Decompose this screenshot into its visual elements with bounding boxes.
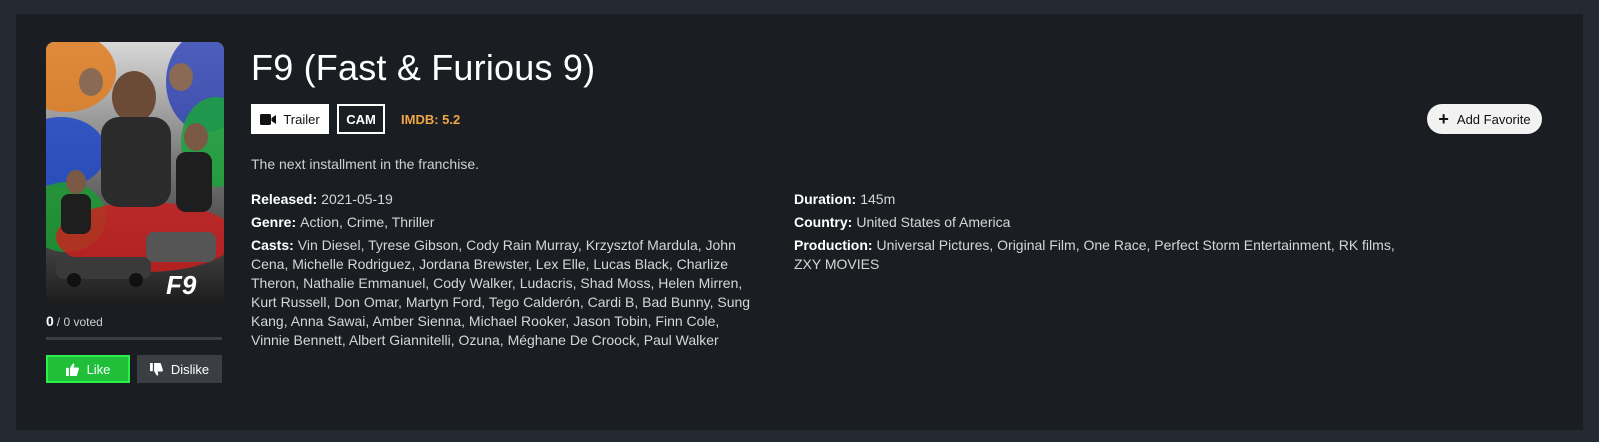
casts-label: Casts: [251, 237, 294, 253]
released-value: 2021-05-19 [321, 191, 393, 207]
trailer-label: Trailer [283, 111, 320, 127]
action-row: Trailer CAM IMDB: 5.2 [251, 104, 460, 134]
rating-bar [46, 337, 222, 340]
casts-value: Vin Diesel, Tyrese Gibson, Cody Rain Mur… [251, 237, 751, 348]
thumbs-up-icon [65, 362, 79, 376]
movie-title: F9 (Fast & Furious 9) [251, 47, 596, 88]
movie-description: The next installment in the franchise. [251, 156, 480, 172]
dislike-button[interactable]: Dislike [137, 355, 222, 383]
released-label: Released: [251, 191, 318, 207]
released-row: Released: 2021-05-19 [251, 190, 756, 209]
dislike-label: Dislike [170, 361, 210, 377]
add-favorite-label: Add Favorite [1456, 111, 1531, 127]
casts-row: Casts: Vin Diesel, Tyrese Gibson, Cody Ra… [251, 236, 756, 350]
like-label: Like [86, 361, 111, 377]
like-button[interactable]: Like [46, 355, 130, 383]
production-row: Production: Universal Pictures, Original … [794, 236, 1424, 274]
genre-label: Genre: [251, 214, 297, 230]
country-label: Country: [794, 214, 853, 230]
genre-value: Action, Crime, Thriller [300, 214, 435, 230]
score-value: 0 [46, 313, 54, 329]
vote-score: 0/ 0 voted [46, 313, 103, 329]
duration-row: Duration: 145m [794, 190, 1424, 209]
country-row: Country: United States of America [794, 213, 1424, 232]
details-right: Duration: 145m Country: United States of A… [794, 190, 1424, 278]
genre-row: Genre: Action, Crime, Thriller [251, 213, 756, 232]
voted-count: / 0 voted [56, 315, 103, 329]
movie-detail-panel: F9 0/ 0 voted Like Dislike F9 (Fast & Fu… [16, 14, 1583, 430]
add-favorite-button[interactable]: + Add Favorite [1427, 104, 1542, 134]
duration-label: Duration: [794, 191, 857, 207]
details-left: Released: 2021-05-19 Genre: Action, Crime,… [251, 190, 756, 354]
movie-poster[interactable]: F9 [46, 42, 224, 303]
poster-image: F9 [46, 42, 224, 303]
trailer-button[interactable]: Trailer [251, 104, 329, 134]
imdb-rating: IMDB: 5.2 [401, 111, 461, 127]
thumbs-down-icon [149, 362, 163, 376]
production-value: Universal Pictures, Original Film, One R… [794, 237, 1395, 272]
duration-value: 145m [860, 191, 896, 207]
plus-icon: + [1438, 109, 1449, 129]
production-label: Production: [794, 237, 873, 253]
quality-badge: CAM [337, 104, 385, 134]
poster-logo: F9 [166, 270, 197, 300]
country-value: United States of America [856, 214, 1011, 230]
video-camera-icon [260, 113, 277, 125]
